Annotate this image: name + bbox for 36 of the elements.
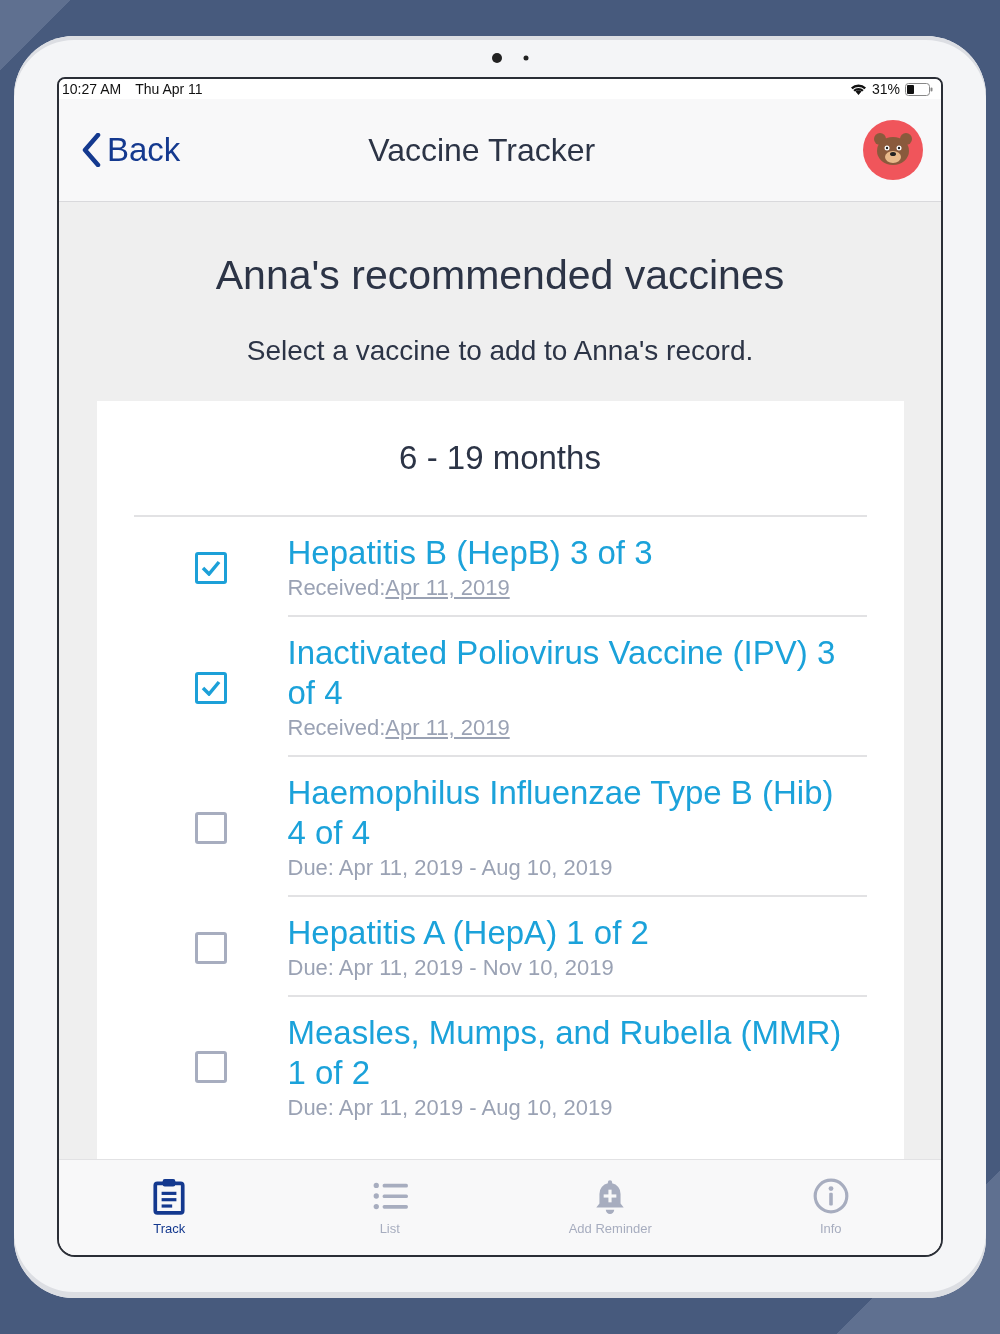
back-button[interactable]: Back bbox=[81, 131, 181, 169]
tab-item[interactable]: Add Reminder bbox=[500, 1160, 721, 1255]
received-date[interactable]: Apr 11, 2019 bbox=[385, 575, 510, 600]
age-range-title: 6 - 19 months bbox=[133, 401, 867, 517]
status-time: 10:27 AM bbox=[62, 81, 122, 97]
checkmark-icon bbox=[200, 680, 221, 696]
page-subtitle: Select a vaccine to add to Anna's record. bbox=[246, 335, 754, 367]
checkbox[interactable] bbox=[194, 672, 227, 704]
due-dates: Due: Apr 11, 2019 - Nov 10, 2019 bbox=[287, 955, 615, 981]
checkmark-icon bbox=[200, 560, 221, 576]
avatar-icon[interactable] bbox=[863, 120, 923, 180]
battery-percent: 31% bbox=[871, 81, 900, 97]
vaccine-title[interactable]: Haemophilus Influenzae Type B (Hib) 4 of 4 bbox=[287, 773, 867, 853]
checkbox[interactable] bbox=[194, 932, 227, 964]
received-label: Received: bbox=[287, 715, 386, 740]
battery-icon bbox=[905, 82, 933, 96]
wifi-icon bbox=[849, 83, 867, 95]
received-date[interactable]: Apr 11, 2019 bbox=[385, 715, 510, 740]
vaccine-title[interactable]: Hepatitis A (HepA) 1 of 2 bbox=[287, 913, 867, 953]
checkbox[interactable] bbox=[194, 812, 227, 844]
checkbox[interactable] bbox=[194, 1051, 227, 1083]
received-label: Received: bbox=[287, 575, 386, 600]
vaccine-title[interactable]: Inactivated Poliovirus Vaccine (IPV) 3 of 4 bbox=[287, 633, 867, 713]
page-heading: Anna's recommended vaccines bbox=[215, 252, 785, 299]
vaccine-title[interactable]: Hepatitis B (HepB) 3 of 3 bbox=[287, 533, 867, 573]
tab-item[interactable]: List bbox=[279, 1160, 500, 1255]
status-date: Thu Apr 11 bbox=[135, 81, 203, 97]
tab-item[interactable]: Track bbox=[59, 1160, 280, 1255]
nav-title: Vaccine Tracker bbox=[367, 131, 597, 169]
due-dates: Due: Apr 11, 2019 - Aug 10, 2019 bbox=[287, 855, 614, 881]
due-dates: Due: Apr 11, 2019 - Aug 10, 2019 bbox=[287, 1095, 614, 1121]
vaccine-title[interactable]: Measles, Mumps, and Rubella (MMR) 1 of 2 bbox=[287, 1013, 867, 1093]
chevron-left-icon bbox=[81, 133, 101, 167]
info-icon bbox=[811, 1177, 850, 1215]
tab-item[interactable]: Info bbox=[720, 1160, 941, 1255]
checkbox[interactable] bbox=[194, 552, 227, 584]
